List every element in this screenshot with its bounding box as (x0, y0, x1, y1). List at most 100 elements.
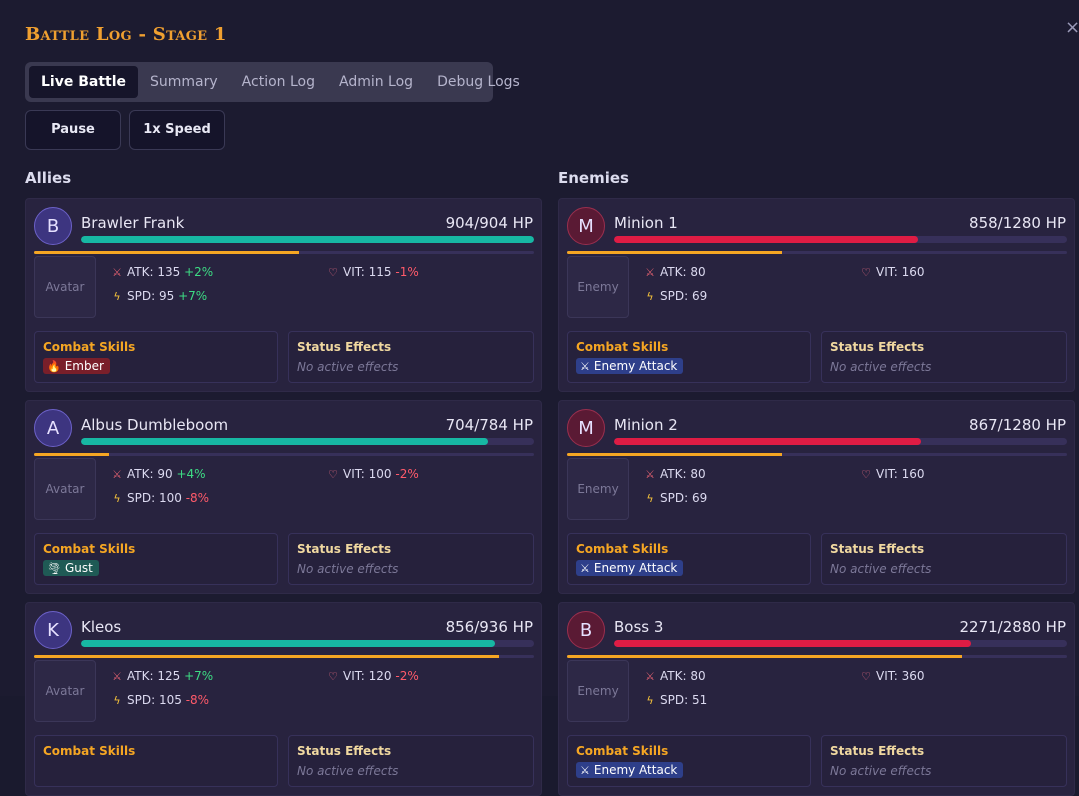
combatant-name: Boss 3 (614, 618, 664, 636)
stat-spd-value: SPD: 100 (127, 491, 182, 505)
skill-badge[interactable]: 🌪 Gust (43, 560, 99, 576)
stat-atk: ⚔ ATK: 80 (643, 467, 706, 481)
stat-atk-value: ATK: 135 (127, 265, 181, 279)
avatar: B (34, 207, 72, 245)
speed-button[interactable]: 1x Speed (129, 110, 225, 150)
stat-spd: ϟ SPD: 51 (643, 693, 707, 707)
skill-name: Enemy Attack (593, 763, 678, 777)
energy-bar-fill (34, 655, 499, 658)
energy-bar (34, 251, 534, 254)
heart-icon: ♡ (861, 468, 871, 481)
stat-vit-value: VIT: 360 (876, 669, 925, 683)
combatant-name: Minion 1 (614, 214, 678, 232)
heart-icon: ♡ (861, 670, 871, 683)
status-effects-panel: Status Effects No active effects (821, 533, 1067, 585)
tab-admin-log[interactable]: Admin Log (327, 66, 425, 98)
status-effects-heading: Status Effects (830, 744, 925, 758)
lightning-icon: ϟ (113, 290, 121, 303)
status-effects-heading: Status Effects (297, 744, 392, 758)
avatar-placeholder: Avatar (34, 256, 96, 318)
stat-spd: ϟ SPD: 69 (643, 491, 707, 505)
avatar-placeholder: Avatar (34, 458, 96, 520)
avatar-placeholder: Enemy (567, 660, 629, 722)
stat-spd-modifier: +7% (178, 289, 208, 303)
energy-bar (34, 655, 534, 658)
avatar: A (34, 409, 72, 447)
hp-bar (81, 640, 534, 647)
skill-badge[interactable]: 🔥 Ember (43, 358, 110, 374)
skill-badge[interactable]: ⚔ Enemy Attack (576, 762, 684, 778)
energy-bar-fill (567, 655, 962, 658)
enemy-card: M Minion 2 867/1280 HP Enemy ⚔ ATK: 80 ♡ VIT: 1… (558, 400, 1075, 594)
hp-bar-fill (81, 236, 534, 243)
stat-vit: ♡ VIT: 115 -1% (326, 265, 419, 279)
tornado-icon: 🌪 (47, 562, 61, 575)
stat-spd-value: SPD: 69 (660, 491, 708, 505)
energy-bar-fill (567, 251, 782, 254)
hp-bar-fill (614, 438, 921, 445)
no-effects-text: No active effects (297, 360, 399, 374)
skill-badge[interactable]: ⚔ Enemy Attack (576, 560, 684, 576)
lightning-icon: ϟ (646, 290, 654, 303)
stat-vit-modifier: -2% (395, 669, 419, 683)
status-effects-panel: Status Effects No active effects (821, 331, 1067, 383)
no-effects-text: No active effects (297, 764, 399, 778)
no-effects-text: No active effects (830, 360, 932, 374)
stat-atk-value: ATK: 80 (660, 265, 706, 279)
skill-badge[interactable]: ⚔ Enemy Attack (576, 358, 684, 374)
combatant-name: Kleos (81, 618, 122, 636)
combat-skills-heading: Combat Skills (576, 542, 669, 556)
modal-title: Battle Log - Stage 1 (25, 24, 227, 45)
heart-icon: ♡ (328, 468, 338, 481)
stat-vit: ♡ VIT: 100 -2% (326, 467, 419, 481)
skill-name: Gust (64, 561, 93, 575)
heart-icon: ♡ (861, 266, 871, 279)
tab-live-battle[interactable]: Live Battle (29, 66, 139, 98)
stat-atk: ⚔ ATK: 90 +4% (110, 467, 205, 481)
pause-button[interactable]: Pause (25, 110, 121, 150)
hp-bar-fill (81, 438, 488, 445)
stat-spd-modifier: -8% (185, 693, 210, 707)
stat-vit: ♡ VIT: 160 (859, 467, 924, 481)
hp-bar (614, 438, 1067, 445)
energy-bar-fill (34, 251, 299, 254)
hp-value: 904/904 HP (445, 214, 533, 232)
stat-vit: ♡ VIT: 360 (859, 669, 925, 683)
combat-skills-panel: Combat Skills 🌪 Gust (34, 533, 278, 585)
energy-bar-fill (34, 453, 109, 456)
stat-spd: ϟ SPD: 105 -8% (110, 693, 209, 707)
tab-action-log[interactable]: Action Log (230, 66, 327, 98)
no-effects-text: No active effects (830, 562, 932, 576)
hp-bar (614, 236, 1067, 243)
hp-value: 2271/2880 HP (959, 618, 1067, 636)
stat-vit-modifier: -2% (395, 467, 419, 481)
crossed-swords-icon: ⚔ (580, 360, 590, 373)
combat-skills-heading: Combat Skills (576, 744, 669, 758)
battle-log-modal: × Battle Log - Stage 1 Live Battle Summa… (0, 0, 1079, 796)
hp-bar-fill (614, 640, 972, 647)
hp-bar-fill (614, 236, 918, 243)
stat-vit-value: VIT: 115 (343, 265, 392, 279)
close-icon[interactable]: × (1065, 18, 1079, 38)
tab-debug-logs[interactable]: Debug Logs (425, 66, 532, 98)
status-effects-panel: Status Effects No active effects (288, 533, 534, 585)
status-effects-heading: Status Effects (830, 542, 925, 556)
combat-skills-panel: Combat Skills ⚔ Enemy Attack (567, 331, 811, 383)
enemy-card: B Boss 3 2271/2880 HP Enemy ⚔ ATK: 80 ♡ VIT: 36… (558, 602, 1075, 796)
skill-name: Enemy Attack (593, 359, 678, 373)
tab-summary[interactable]: Summary (138, 66, 230, 98)
sword-icon: ⚔ (112, 468, 122, 481)
sword-icon: ⚔ (112, 266, 122, 279)
status-effects-panel: Status Effects No active effects (821, 735, 1067, 787)
status-effects-panel: Status Effects No active effects (288, 735, 534, 787)
stat-spd-value: SPD: 95 (127, 289, 175, 303)
status-effects-heading: Status Effects (830, 340, 925, 354)
status-effects-heading: Status Effects (297, 340, 392, 354)
allies-heading: Allies (25, 169, 72, 187)
stat-spd: ϟ SPD: 100 -8% (110, 491, 209, 505)
ally-card: B Brawler Frank 904/904 HP Avatar ⚔ ATK: 135 … (25, 198, 542, 392)
enemies-heading: Enemies (558, 169, 629, 187)
heart-icon: ♡ (328, 266, 338, 279)
combatant-name: Brawler Frank (81, 214, 185, 232)
stat-atk-value: ATK: 125 (127, 669, 181, 683)
